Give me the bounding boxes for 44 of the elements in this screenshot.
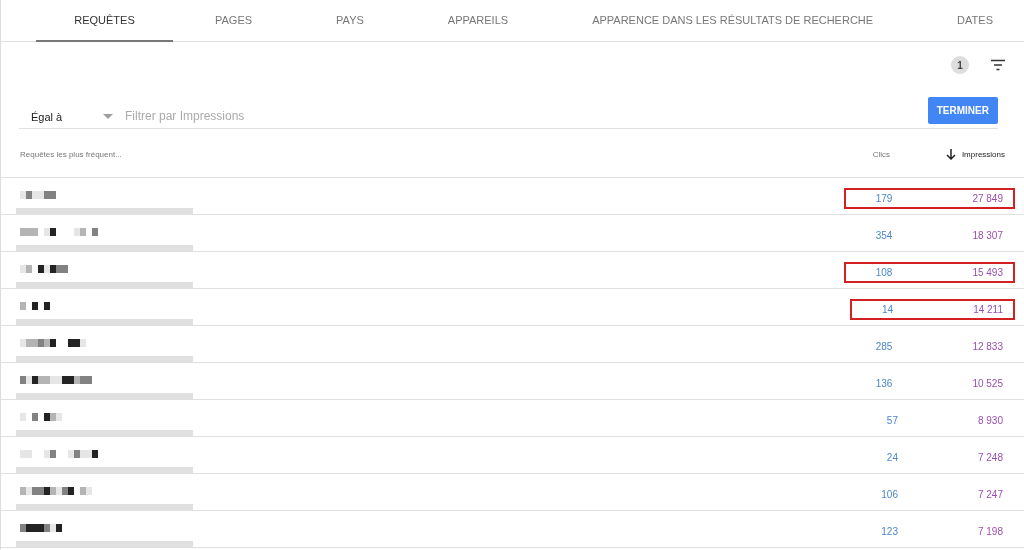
impressions-value: 7 198	[977, 526, 1003, 537]
redacted-text-drawing	[20, 339, 86, 347]
tab[interactable]: PAGES	[173, 0, 295, 42]
redacted-text-drawing	[20, 487, 92, 495]
impressions-value: 10 525	[972, 378, 1003, 389]
clicks-value: 285	[875, 341, 893, 352]
redacted-text-drawing	[20, 413, 62, 421]
impressions-value: 7 248	[977, 452, 1003, 463]
operator-dropdown[interactable]: Égal à	[19, 111, 113, 128]
filter-input[interactable]: Filtrer par Impressions	[125, 109, 928, 128]
impressions-value: 8 930	[977, 415, 1003, 426]
impressions-value: 12 833	[972, 341, 1003, 352]
clicks-value: 106	[881, 489, 898, 500]
clicks-value: 179	[875, 193, 893, 204]
clicks-value: 108	[875, 267, 893, 278]
done-button[interactable]: TERMINER	[927, 97, 998, 124]
redacted-text-drawing	[20, 191, 56, 199]
clicks-value: 14	[882, 304, 894, 315]
column-header[interactable]: Requêtes les plus fréquent...	[1, 149, 820, 159]
redacted-text-drawing	[20, 524, 62, 532]
clicks-value: 123	[881, 526, 898, 537]
clicks-value: 136	[875, 378, 893, 389]
column-header[interactable]: Impressions	[890, 148, 1024, 160]
sort-arrow-icon	[945, 148, 956, 160]
tab[interactable]: PAYS	[294, 0, 406, 42]
clicks-value: 24	[886, 452, 898, 463]
tab[interactable]: APPAREILS	[405, 0, 551, 42]
redacted-text-drawing	[20, 302, 50, 310]
tab[interactable]: APPARENCE DANS LES RÉSULTATS DE RECHERCHE	[550, 0, 916, 42]
impressions-value: 18 307	[972, 230, 1003, 241]
filter-icon[interactable]	[990, 59, 1006, 71]
clicks-value: 57	[886, 415, 898, 426]
caret-icon	[103, 114, 113, 120]
filter-count-badge: 1	[951, 56, 969, 74]
impressions-value: 27 849	[972, 193, 1003, 204]
impressions-value: 15 493	[972, 267, 1003, 278]
impressions-value: 14 211	[973, 304, 1003, 315]
redacted-text-drawing	[20, 265, 68, 273]
clicks-value: 354	[875, 230, 893, 241]
column-header[interactable]: Clics	[820, 149, 890, 159]
impressions-value: 7 247	[977, 489, 1003, 500]
tab[interactable]: DATES	[915, 0, 1024, 42]
redacted-text-drawing	[20, 376, 92, 384]
tab[interactable]: REQUÊTES	[36, 0, 173, 42]
